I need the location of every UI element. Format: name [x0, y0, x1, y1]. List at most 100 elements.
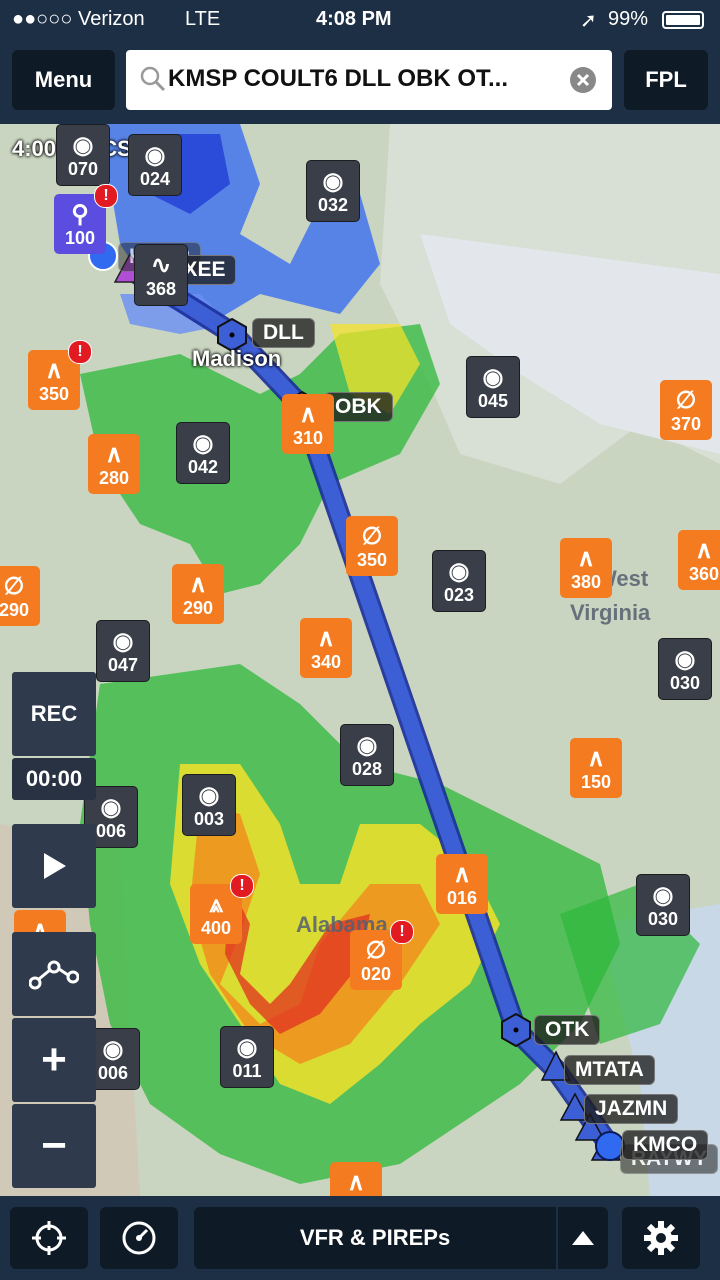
marker-altitude: 032 — [317, 195, 349, 215]
menu-button[interactable]: Menu — [12, 50, 115, 110]
pirep-marker-up[interactable]: ∧ 310 — [282, 394, 334, 454]
waypoint-label-obk[interactable]: OBK — [324, 392, 393, 422]
pirep-marker-up[interactable]: ∧ 290 — [172, 564, 224, 624]
settings-button[interactable] — [622, 1207, 700, 1269]
chevron-up-icon — [572, 1231, 594, 1245]
pirep-marker-turb[interactable]: ∿ 368 — [134, 244, 188, 306]
ice-icon: ∅ — [3, 573, 25, 600]
waypoint-label-mtata[interactable]: MTATA — [564, 1055, 655, 1085]
top-bar: Menu KMSP COULT6 DLL OBK OT... FPL — [0, 40, 720, 124]
eye-icon: ◉ — [112, 628, 134, 655]
crosshair-icon — [32, 1221, 66, 1255]
pirep-marker-up[interactable]: ∧ 350! — [28, 340, 92, 410]
route-search-field[interactable]: KMSP COULT6 DLL OBK OT... — [126, 50, 612, 110]
marker-altitude: 310 — [292, 428, 324, 448]
up-icon: ∧ — [577, 545, 595, 572]
marker-altitude: 290 — [182, 598, 214, 618]
carrier-label: ●●○○○ Verizon — [12, 8, 145, 30]
up-icon: ∧ — [587, 745, 605, 772]
battery-percent: 99% — [608, 8, 649, 30]
marker-altitude: 045 — [477, 391, 509, 411]
up-icon: ∧ — [105, 441, 123, 468]
gear-icon — [644, 1221, 678, 1255]
pirep-marker-ice[interactable]: ∅ 020! — [350, 920, 414, 990]
marker-altitude: 368 — [145, 279, 177, 299]
play-button[interactable] — [12, 824, 96, 908]
pirep-marker-eye[interactable]: ◉ 030 — [636, 874, 690, 936]
marker-altitude: 020 — [360, 964, 392, 984]
zoom-in-button[interactable]: + — [12, 1018, 96, 1102]
marker-altitude: 011 — [232, 1061, 262, 1081]
instruments-button[interactable] — [100, 1207, 178, 1269]
ice-icon: ∅ — [365, 937, 387, 964]
pirep-marker-eye[interactable]: ◉ 030 — [658, 638, 712, 700]
zoom-out-button[interactable]: − — [12, 1104, 96, 1188]
clear-icon[interactable] — [570, 67, 596, 93]
center-location-button[interactable] — [10, 1207, 88, 1269]
pirep-marker-eye[interactable]: ◉ 024 — [128, 134, 182, 196]
up2-icon: ⩓ — [209, 891, 223, 918]
pirep-marker-up[interactable]: ∧ 380 — [560, 538, 612, 598]
marker-altitude: 100 — [64, 228, 96, 248]
alert-icon: ! — [230, 874, 254, 898]
search-input[interactable]: KMSP COULT6 DLL OBK OT... — [168, 65, 558, 93]
pirep-marker-eye[interactable]: ◉ 003 — [182, 774, 236, 836]
turb-icon: ∿ — [150, 252, 172, 279]
eye-icon: ◉ — [482, 364, 504, 391]
record-button[interactable]: REC — [12, 672, 96, 756]
pirep-marker-up[interactable]: ∧340 — [330, 1162, 382, 1196]
marker-altitude: 340 — [310, 652, 342, 672]
eye-icon: ◉ — [144, 142, 166, 169]
pirep-marker-eye[interactable]: ◉ 070 — [56, 124, 110, 186]
pirep-marker-up[interactable]: ∧ 150 — [570, 738, 622, 798]
pirep-marker-ice[interactable]: ∅ 290 — [0, 566, 40, 626]
up-icon: ∧ — [317, 625, 335, 652]
marker-altitude: 400 — [200, 918, 232, 938]
pirep-marker-ice[interactable]: ∅ 370 — [660, 380, 712, 440]
route-edit-button[interactable] — [12, 932, 96, 1016]
pirep-marker-wind[interactable]: ⚲ 100! — [54, 184, 118, 254]
map-view[interactable]: 4:00 PM CST KMSP TAXEE DLL OBK OTK MTATA… — [0, 124, 720, 1196]
waypoint-label-otk[interactable]: OTK — [534, 1015, 601, 1045]
map-layer-button[interactable]: VFR & PIREPs — [194, 1207, 556, 1269]
layer-expand-button[interactable] — [558, 1207, 608, 1269]
eye-icon: ◉ — [72, 132, 94, 159]
up-icon: ∧ — [189, 571, 207, 598]
pirep-marker-eye[interactable]: ◉ 045 — [466, 356, 520, 418]
pirep-marker-ice[interactable]: ∅ 350 — [346, 516, 398, 576]
pirep-marker-up[interactable]: ∧ 016 — [436, 854, 488, 914]
route-icon — [29, 960, 79, 990]
up-icon: ∧ — [299, 401, 317, 428]
record-timer: 00:00 — [12, 758, 96, 800]
marker-altitude: 350 — [38, 384, 70, 404]
pirep-marker-eye[interactable]: ◉ 032 — [306, 160, 360, 222]
state-label-virginia: Virginia — [570, 600, 651, 625]
marker-altitude: 023 — [443, 585, 475, 605]
marker-altitude: 290 — [0, 600, 30, 620]
battery-icon — [662, 11, 704, 29]
eye-icon: ◉ — [674, 646, 696, 673]
pirep-marker-eye[interactable]: ◉ 042 — [176, 422, 230, 484]
fpl-button[interactable]: FPL — [624, 50, 708, 110]
network-label: LTE — [185, 8, 221, 30]
up-icon: ∧ — [347, 1169, 365, 1196]
waypoint-label-kmco[interactable]: KMCO — [622, 1130, 709, 1160]
eye-icon: ◉ — [356, 732, 378, 759]
pirep-marker-eye[interactable]: ◉ 011 — [220, 1026, 274, 1088]
eye-icon: ◉ — [322, 168, 344, 195]
pirep-marker-up[interactable]: ∧340 — [300, 618, 352, 678]
eye-icon: ◉ — [652, 882, 674, 909]
pirep-marker-up[interactable]: ∧ 280 — [88, 434, 140, 494]
play-icon — [44, 853, 66, 879]
marker-altitude: 150 — [580, 772, 612, 792]
pirep-marker-eye[interactable]: ◉ 047 — [96, 620, 150, 682]
pirep-marker-eye[interactable]: ◉ 023 — [432, 550, 486, 612]
marker-altitude: 030 — [647, 909, 679, 929]
marker-altitude: 047 — [107, 655, 139, 675]
waypoint-label-dll[interactable]: DLL — [252, 318, 315, 348]
pirep-marker-eye[interactable]: ◉ 028 — [340, 724, 394, 786]
pirep-marker-up[interactable]: ∧ 360 — [678, 530, 720, 590]
waypoint-label-jazmn[interactable]: JAZMN — [584, 1094, 679, 1124]
marker-altitude: 028 — [351, 759, 383, 779]
pirep-marker-up2[interactable]: ⩓ 400! — [190, 874, 254, 944]
